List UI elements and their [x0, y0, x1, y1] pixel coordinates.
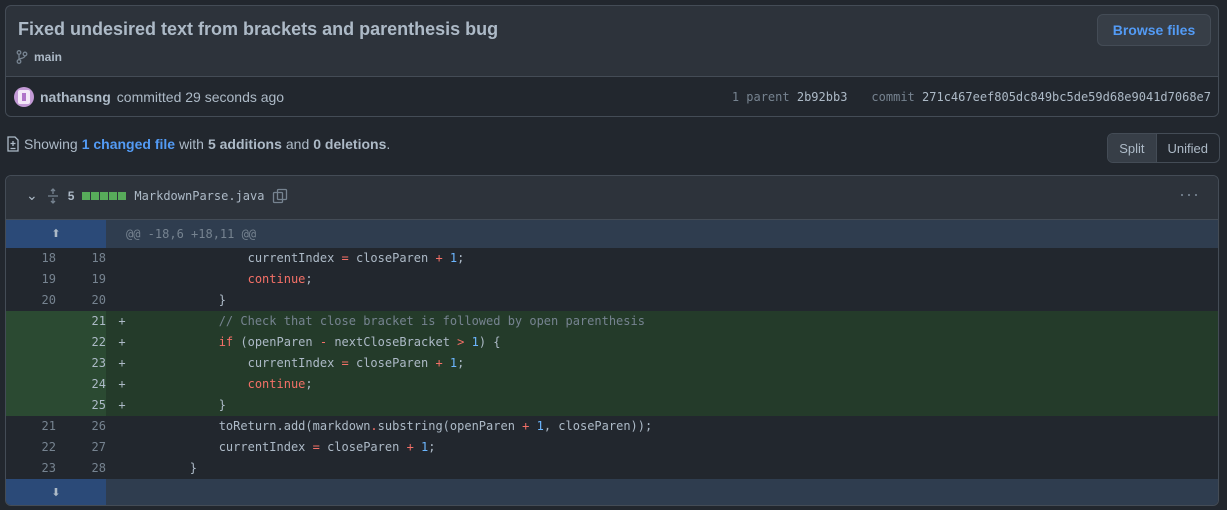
- diff-sign: +: [118, 398, 126, 412]
- new-line-number[interactable]: 19: [56, 269, 106, 290]
- browse-files-button[interactable]: Browse files: [1097, 14, 1211, 46]
- additions-count: 5 additions: [207, 136, 282, 152]
- commit-time: committed 29 seconds ago: [116, 89, 285, 105]
- new-line-number[interactable]: 28: [56, 458, 106, 479]
- diff-sign: [106, 269, 132, 290]
- diff-line: 21 26 toReturn.add(markdown.substring(ope…: [6, 416, 1218, 437]
- hunk-footer: ⬇: [6, 479, 1218, 505]
- old-line-number[interactable]: [6, 353, 56, 374]
- code-line: if (openParen - nextCloseBracket > 1) {: [218, 335, 501, 349]
- diff-line: 20 20 }: [6, 290, 1218, 311]
- git-branch-icon: [16, 50, 28, 64]
- new-line-number[interactable]: 21: [56, 311, 106, 332]
- diff-line-added: 21 + // Check that close bracket is foll…: [6, 311, 1218, 332]
- diff-view-toggle: Split Unified: [1107, 133, 1220, 163]
- code-line: toReturn.add(markdown.substring(openPare…: [132, 419, 653, 433]
- new-line-number[interactable]: 25: [56, 395, 106, 416]
- deletions-count: 0 deletions: [313, 136, 387, 152]
- diff-sign: [106, 416, 132, 437]
- old-line-number[interactable]: 21: [6, 416, 56, 437]
- new-line-number[interactable]: 18: [56, 248, 106, 269]
- code-line: continue;: [247, 272, 313, 286]
- file-diff: ⌄ 5 MarkdownParse.java ··· ⬆ @@ -18,6 +1…: [5, 175, 1219, 506]
- summary-with: with: [179, 136, 204, 152]
- code-line: currentIndex = closeParen + 1;: [132, 356, 465, 370]
- parent-info: 1 parent 2b92bb3 commit 271c467eef805dc8…: [732, 90, 1211, 104]
- parent-sha-link[interactable]: 2b92bb3: [797, 90, 848, 104]
- avatar[interactable]: [14, 87, 34, 107]
- old-line-number[interactable]: 19: [6, 269, 56, 290]
- diff-line: 19 19 continue;: [6, 269, 1218, 290]
- summary-prefix: Showing: [24, 136, 78, 152]
- chevron-down-icon[interactable]: ⌄: [26, 187, 38, 204]
- new-line-number[interactable]: 26: [56, 416, 106, 437]
- expand-up-icon[interactable]: ⬆: [6, 220, 106, 248]
- expand-down-icon[interactable]: ⬇: [6, 479, 106, 505]
- change-count: 5: [67, 188, 75, 203]
- code-line: }: [132, 293, 226, 307]
- diff-line-added: 23 + currentIndex = closeParen + 1;: [6, 353, 1218, 374]
- diff-line: 18 18 currentIndex = closeParen + 1;: [6, 248, 1218, 269]
- code-line: }: [132, 398, 226, 412]
- hunk-header: ⬆ @@ -18,6 +18,11 @@: [6, 220, 1218, 248]
- old-line-number[interactable]: [6, 332, 56, 353]
- diff-line-added: 22 + if (openParen - nextCloseBracket > …: [6, 332, 1218, 353]
- copy-icon[interactable]: [272, 188, 288, 204]
- old-line-number[interactable]: [6, 374, 56, 395]
- commit-label: commit: [871, 90, 915, 104]
- hunk-range: @@ -18,6 +18,11 @@: [126, 227, 257, 241]
- diff-line: 23 28 }: [6, 458, 1218, 479]
- commit-sha: 271c467eef805dc849bc5de59d68e9041d7068e7: [922, 90, 1211, 104]
- author-info: nathansng committed 29 seconds ago: [14, 87, 284, 107]
- new-line-number[interactable]: 24: [56, 374, 106, 395]
- summary-period: .: [386, 136, 391, 152]
- code-line: continue;: [247, 377, 313, 391]
- new-line-number[interactable]: 27: [56, 437, 106, 458]
- new-line-number[interactable]: 22: [56, 332, 106, 353]
- old-line-number[interactable]: 22: [6, 437, 56, 458]
- changed-files-link[interactable]: 1 changed file: [82, 136, 175, 152]
- commit-header: Fixed undesired text from brackets and p…: [5, 5, 1219, 117]
- split-view-button[interactable]: Split: [1108, 134, 1157, 162]
- branch-indicator[interactable]: main: [16, 50, 62, 64]
- branch-name[interactable]: main: [34, 50, 62, 64]
- diff-sign: [106, 437, 132, 458]
- diff-line-added: 25 + }: [6, 395, 1218, 416]
- code-line: currentIndex = closeParen + 1;: [132, 251, 465, 265]
- diff-sign: [106, 248, 132, 269]
- diffstat-bar: [82, 191, 127, 200]
- old-line-number[interactable]: 18: [6, 248, 56, 269]
- diff-line: 22 27 currentIndex = closeParen + 1;: [6, 437, 1218, 458]
- file-header: ⌄ 5 MarkdownParse.java ···: [6, 176, 1218, 220]
- old-line-number[interactable]: 23: [6, 458, 56, 479]
- diff-sign: [106, 458, 132, 479]
- code-line: currentIndex = closeParen + 1;: [132, 440, 436, 454]
- more-options-icon[interactable]: ···: [1179, 184, 1200, 205]
- commit-title: Fixed undesired text from brackets and p…: [18, 19, 499, 39]
- code-line: // Check that close bracket is followed …: [218, 314, 645, 328]
- file-name[interactable]: MarkdownParse.java: [134, 189, 264, 203]
- diff-sign: +: [118, 356, 126, 370]
- new-line-number[interactable]: 20: [56, 290, 106, 311]
- new-line-number[interactable]: 23: [56, 353, 106, 374]
- diff-sign: [106, 290, 132, 311]
- parent-label: 1 parent: [731, 90, 790, 104]
- summary-and: and: [285, 136, 310, 152]
- file-diff-icon: [7, 136, 19, 152]
- unified-view-button[interactable]: Unified: [1157, 134, 1219, 162]
- code-line: }: [132, 461, 198, 475]
- commit-meta: nathansng committed 29 seconds ago 1 par…: [6, 76, 1218, 116]
- diff-line-added: 24 + continue;: [6, 374, 1218, 395]
- diff-sign: +: [118, 377, 126, 391]
- old-line-number[interactable]: [6, 311, 56, 332]
- old-line-number[interactable]: 20: [6, 290, 56, 311]
- author-name[interactable]: nathansng: [40, 89, 111, 105]
- diff-summary: Showing 1 changed file with 5 additions …: [6, 136, 390, 152]
- old-line-number[interactable]: [6, 395, 56, 416]
- diff-sign: +: [118, 335, 126, 349]
- diff-sign: +: [118, 314, 126, 328]
- unfold-icon[interactable]: [46, 187, 60, 204]
